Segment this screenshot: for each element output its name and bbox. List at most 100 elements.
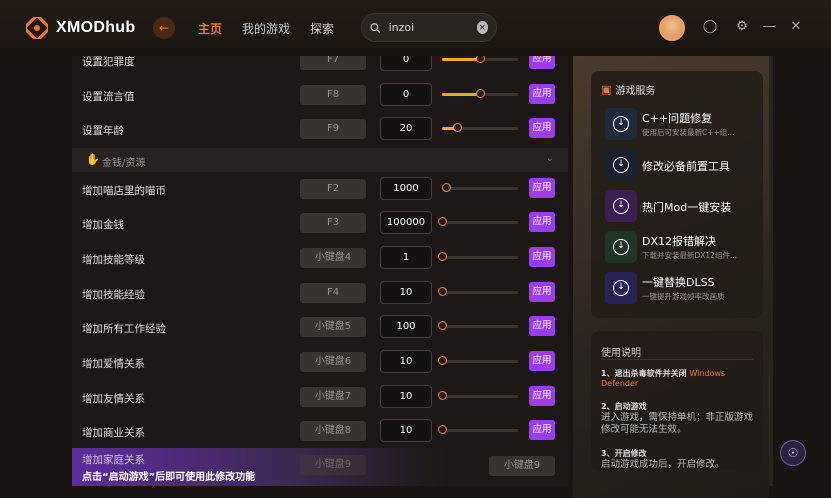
- hotkey-badge[interactable]: 小键盘6: [300, 352, 366, 372]
- slider-thumb[interactable]: [438, 356, 447, 365]
- section-title: 金钱/资源: [102, 158, 146, 169]
- nav-home[interactable]: 主页: [198, 20, 222, 37]
- value-input[interactable]: 0: [380, 83, 432, 106]
- value-slider[interactable]: [442, 89, 518, 98]
- close-icon[interactable]: ✕: [788, 19, 804, 35]
- slider-thumb[interactable]: [438, 391, 447, 400]
- cheat-label: 增加商业关系: [82, 427, 145, 439]
- download-icon: ↓: [613, 239, 629, 255]
- value-input[interactable]: 10: [380, 281, 432, 304]
- value-slider[interactable]: [441, 183, 518, 192]
- apply-button[interactable]: 应用: [529, 316, 555, 336]
- value-slider[interactable]: [442, 56, 518, 63]
- hotkey-badge[interactable]: F3: [300, 213, 366, 233]
- app-logo[interactable]: XMODhub: [26, 17, 135, 39]
- clear-search-icon[interactable]: ×: [476, 21, 488, 34]
- apply-button[interactable]: 应用: [529, 56, 555, 69]
- service-icon-box: ↓: [605, 108, 637, 140]
- hotkey-badge[interactable]: 小键盘8: [300, 421, 366, 441]
- hand-icon: ✋: [86, 153, 100, 166]
- value-input[interactable]: 0: [380, 56, 432, 71]
- help-button[interactable]: ☉: [780, 440, 806, 466]
- value-input[interactable]: 10: [380, 350, 432, 373]
- value-slider[interactable]: [438, 425, 518, 434]
- apply-button[interactable]: 应用: [529, 118, 555, 138]
- guide-step-body: 进入游戏，需保持单机；非正版游戏修改可能无法生效。: [601, 412, 754, 435]
- service-title: DX12报错解决: [642, 235, 717, 248]
- slider-thumb[interactable]: [438, 252, 447, 261]
- value-slider[interactable]: [438, 287, 518, 296]
- apply-button[interactable]: 应用: [529, 282, 555, 302]
- value-slider[interactable]: [438, 252, 518, 261]
- settings-icon[interactable]: ⚙: [734, 19, 750, 35]
- slider-thumb[interactable]: [438, 287, 447, 296]
- record-icon[interactable]: ◯: [702, 19, 718, 35]
- divider: [601, 359, 753, 360]
- value-slider[interactable]: [438, 356, 518, 365]
- service-dlss-replace[interactable]: ↓ 一键替换DLSS 一键提升游戏帧率改画质: [605, 272, 761, 304]
- apply-button[interactable]: 应用: [529, 247, 555, 267]
- hotkey-badge[interactable]: F8: [300, 85, 366, 105]
- value-input[interactable]: 100: [380, 315, 432, 338]
- apply-button[interactable]: 应用: [529, 386, 555, 406]
- hotkey-badge[interactable]: 小键盘9: [489, 456, 555, 476]
- apply-button[interactable]: 应用: [529, 212, 555, 232]
- service-subtitle: 下载并安装最新DX12组件...: [642, 251, 738, 260]
- back-button[interactable]: ←: [153, 17, 175, 39]
- guide-step-heading: 1、退出杀毒软件并关闭 Windows Defender: [601, 368, 763, 388]
- apply-button[interactable]: 应用: [529, 351, 555, 371]
- value-input[interactable]: 1000: [380, 177, 432, 200]
- value-input[interactable]: 10: [380, 385, 432, 408]
- slider-thumb[interactable]: [438, 321, 447, 330]
- hotkey-badge[interactable]: 小键盘4: [300, 248, 366, 268]
- slider-thumb[interactable]: [438, 425, 447, 434]
- nav-explore[interactable]: 探索: [310, 20, 334, 37]
- minimize-icon[interactable]: —: [761, 19, 777, 35]
- chevron-down-icon[interactable]: ⌄: [546, 153, 554, 164]
- section-header-money[interactable]: ✋ 金钱/资源 ⌄: [72, 148, 568, 172]
- apply-button[interactable]: 应用: [529, 178, 555, 198]
- slider-thumb[interactable]: [476, 56, 485, 63]
- value-input[interactable]: 1: [380, 246, 432, 269]
- service-subtitle: 一键提升游戏帧率改画质: [642, 292, 725, 301]
- cheat-label: 设置年龄: [82, 125, 124, 137]
- hotkey-badge[interactable]: F4: [300, 283, 366, 303]
- search-box[interactable]: ×: [361, 13, 497, 42]
- avatar[interactable]: [659, 15, 685, 41]
- hotkey-badge[interactable]: F7: [300, 56, 366, 70]
- apply-button[interactable]: 应用: [529, 84, 555, 104]
- banner-message: 点击“启动游戏”后即可使用此修改功能: [82, 472, 256, 483]
- service-title: C++问题修复: [642, 112, 713, 125]
- hotkey-badge[interactable]: F2: [300, 179, 366, 199]
- arrow-left-icon: ←: [158, 21, 170, 35]
- slider-thumb[interactable]: [453, 123, 463, 132]
- search-input[interactable]: [388, 21, 469, 34]
- value-input[interactable]: 100000: [380, 211, 432, 234]
- hotkey-badge[interactable]: F9: [300, 119, 366, 139]
- value-input[interactable]: 10: [380, 419, 432, 442]
- value-slider[interactable]: [438, 217, 518, 226]
- cheat-row: 增加技能等级 小键盘4 1 应用: [72, 242, 568, 276]
- headset-icon: ☉: [787, 446, 799, 460]
- service-dx12-fix[interactable]: ↓ DX12报错解决 下载并安装最新DX12组件...: [605, 231, 761, 263]
- apply-button[interactable]: 应用: [529, 420, 555, 440]
- nav-my-games[interactable]: 我的游戏: [242, 20, 290, 37]
- slider-thumb[interactable]: [441, 183, 451, 192]
- slider-thumb[interactable]: [438, 217, 447, 226]
- value-slider[interactable]: [438, 391, 518, 400]
- hotkey-badge[interactable]: 小键盘5: [300, 317, 366, 337]
- scrollbar[interactable]: [769, 56, 773, 486]
- usage-guide-card: 使用说明 1、退出杀毒软件并关闭 Windows Defender 2、启动游戏…: [591, 331, 763, 471]
- value-input[interactable]: 20: [380, 117, 432, 140]
- service-prereq-tools[interactable]: ↓ 修改必备前置工具: [605, 149, 761, 181]
- slider-thumb[interactable]: [476, 89, 485, 98]
- hotkey-badge: 小键盘9: [300, 455, 366, 475]
- service-cpp-fix[interactable]: ↓ C++问题修复 使用后可安装最新C++组...: [605, 108, 761, 140]
- value-slider[interactable]: [442, 123, 518, 132]
- value-slider[interactable]: [438, 321, 518, 330]
- hotkey-badge[interactable]: 小键盘7: [300, 387, 366, 407]
- service-mod-install[interactable]: ↓ 热门Mod一键安装: [605, 190, 761, 222]
- services-header: ▣ 游戏服务: [601, 82, 655, 97]
- cheat-label: 设置流言值: [82, 91, 135, 103]
- service-icon-box: ↓: [605, 272, 637, 304]
